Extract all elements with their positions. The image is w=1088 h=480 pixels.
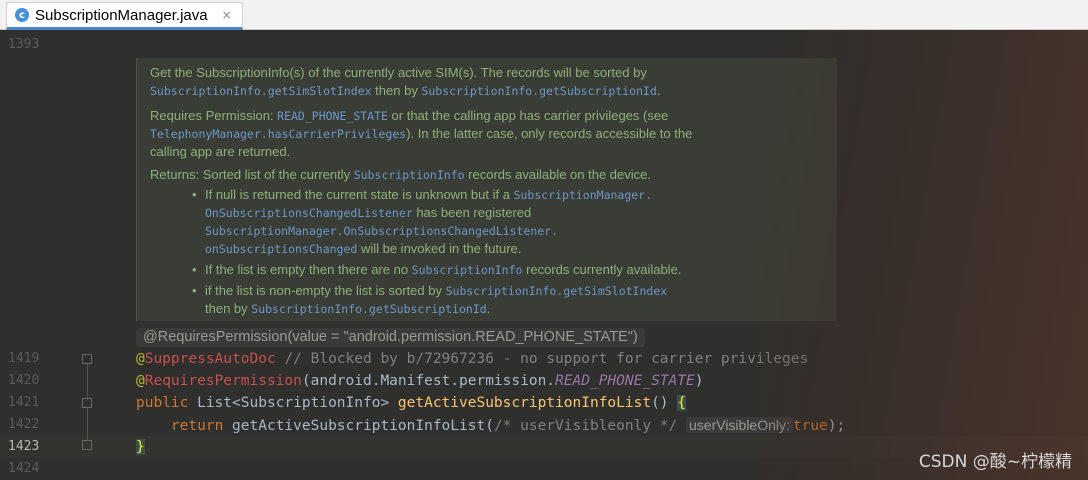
line-number: 1424 — [8, 461, 40, 476]
watermark: CSDN @酸~柠檬精 — [918, 452, 1072, 472]
fold-marker-icon[interactable] — [82, 440, 92, 450]
bullet-icon: • — [192, 283, 197, 298]
close-icon[interactable]: × — [222, 8, 232, 22]
line-number: 1420 — [8, 373, 40, 388]
code-line-1419[interactable]: @SuppressAutoDoc // Blocked by b/7296723… — [136, 349, 808, 369]
doc-link[interactable]: SubscriptionManager.OnSubscriptionsChang… — [205, 224, 558, 238]
bullet-icon: • — [192, 187, 197, 202]
line-number: 1419 — [8, 351, 40, 366]
code-editor[interactable]: 1393 1419 1420 1421 1422 1423 1424 Get t… — [0, 30, 1088, 480]
fold-guide — [87, 364, 88, 400]
fold-marker-icon[interactable] — [82, 398, 92, 408]
code-line-1421[interactable]: public List<SubscriptionInfo> getActiveS… — [136, 393, 687, 413]
line-number: 1393 — [8, 37, 40, 52]
bullet-icon: • — [192, 262, 197, 277]
code-line-1420[interactable]: @RequiresPermission(android.Manifest.per… — [136, 371, 703, 391]
doc-link[interactable]: SubscriptionInfo — [412, 263, 523, 277]
inferred-annotation-hint: @RequiresPermission(value = "android.per… — [136, 328, 645, 347]
tab-title: SubscriptionManager.java — [35, 6, 208, 24]
doc-link[interactable]: SubscriptionInfo — [354, 168, 465, 182]
doc-link[interactable]: SubscriptionManager. — [514, 188, 652, 202]
editor-tab-bar: c SubscriptionManager.java × — [0, 0, 1088, 30]
line-number-current: 1423 — [8, 439, 40, 454]
matched-brace: } — [136, 439, 145, 455]
parameter-name-hint: userVisibleOnly: — [686, 417, 793, 433]
doc-link[interactable]: onSubscriptionsChanged — [205, 242, 357, 256]
doc-bullet-item: • if the list is non-empty the list is s… — [192, 283, 668, 316]
java-class-icon: c — [15, 8, 29, 22]
doc-link[interactable]: OnSubscriptionsChangedListener — [205, 206, 413, 220]
doc-bullet-item: • If the list is empty then there are no… — [192, 262, 682, 277]
doc-link[interactable]: READ_PHONE_STATE — [277, 109, 388, 123]
code-line-1423[interactable]: } — [136, 437, 145, 457]
doc-permission: Requires Permission: READ_PHONE_STATE or… — [150, 108, 693, 159]
matched-brace: { — [677, 395, 687, 411]
doc-description: Get the SubscriptionInfo(s) of the curre… — [150, 65, 661, 98]
fold-marker-icon[interactable] — [82, 354, 92, 364]
tab-subscriptionmanager-java[interactable]: c SubscriptionManager.java × — [6, 2, 243, 30]
line-number: 1422 — [8, 417, 40, 432]
doc-returns: Returns: Sorted list of the currently Su… — [150, 167, 651, 182]
doc-link[interactable]: SubscriptionInfo.getSimSlotIndex — [150, 84, 372, 98]
doc-link[interactable]: SubscriptionInfo.getSubscriptionId — [251, 302, 486, 316]
fold-guide — [87, 408, 88, 440]
doc-link[interactable]: TelephonyManager.hasCarrierPrivileges — [150, 127, 406, 141]
doc-link[interactable]: SubscriptionInfo.getSubscriptionId — [421, 84, 656, 98]
doc-link[interactable]: SubscriptionInfo.getSimSlotIndex — [446, 284, 668, 298]
code-line-1422[interactable]: return getActiveSubscriptionInfoList(/* … — [136, 415, 845, 436]
doc-bullet-item: • If null is returned the current state … — [192, 187, 653, 256]
line-number: 1421 — [8, 395, 40, 410]
rendered-javadoc: Get the SubscriptionInfo(s) of the curre… — [136, 58, 837, 321]
